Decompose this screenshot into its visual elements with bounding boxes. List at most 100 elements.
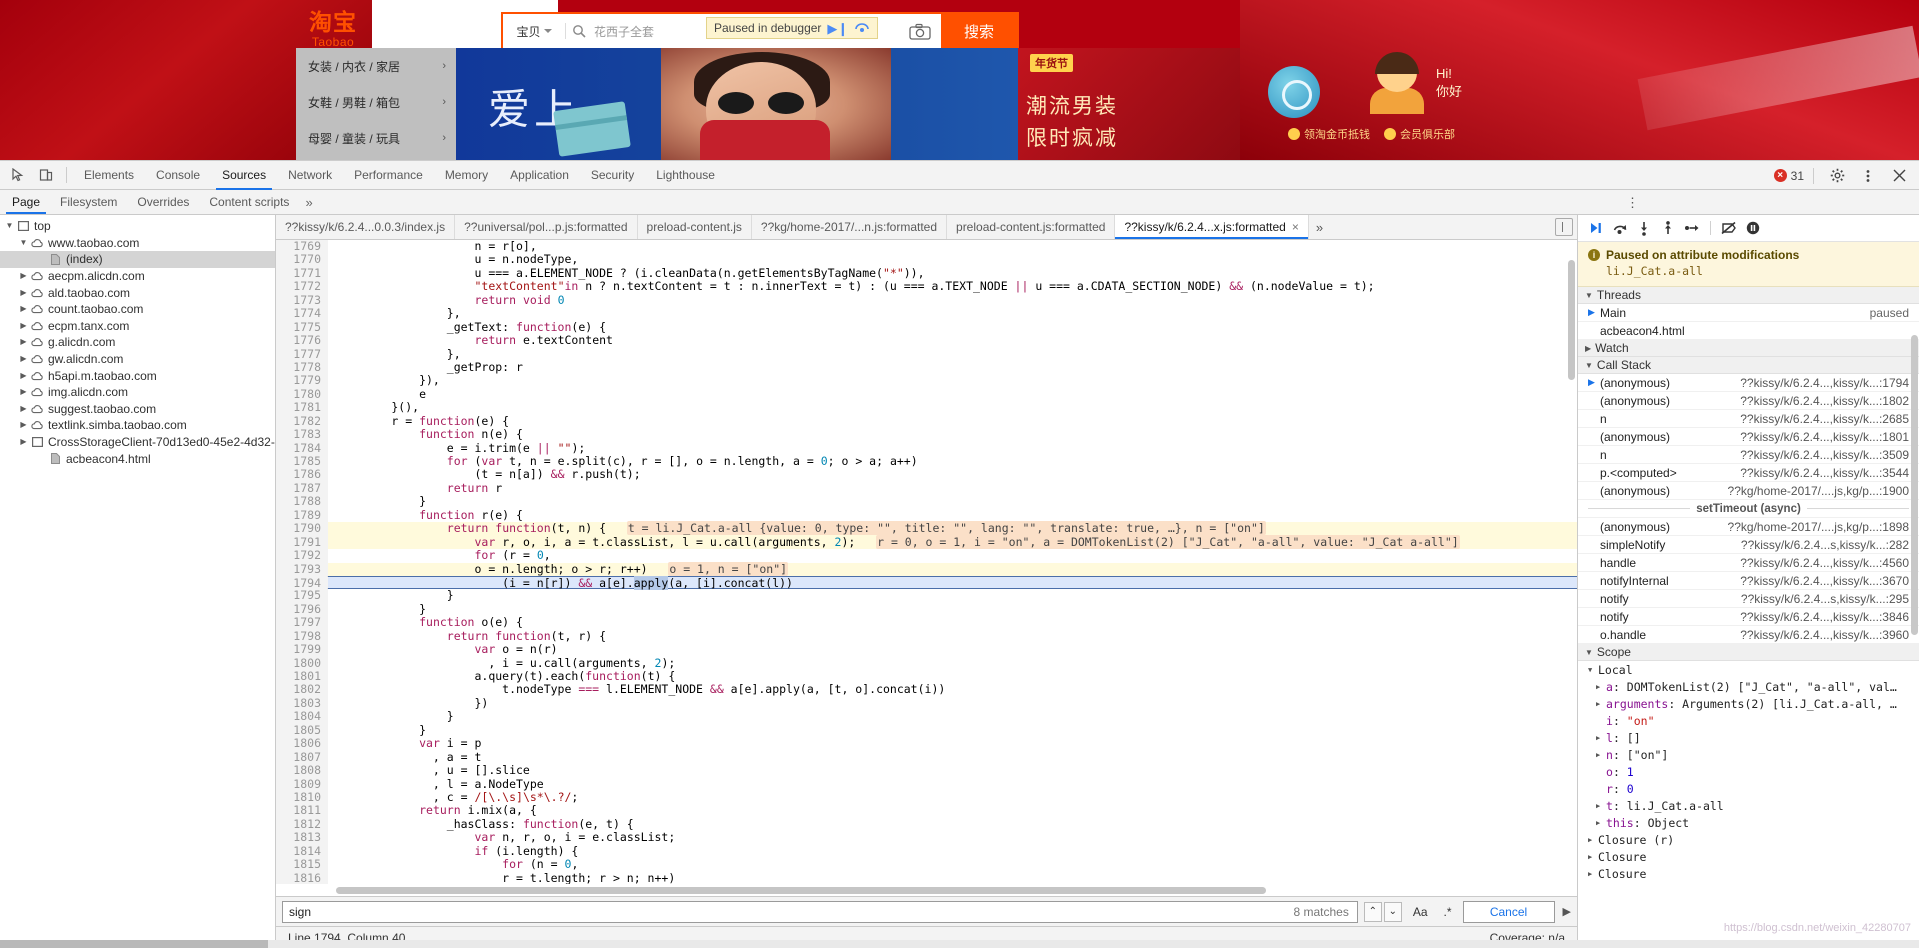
subtab-overrides[interactable]: Overrides xyxy=(127,190,199,214)
match-case-button[interactable]: Aa xyxy=(1408,905,1433,919)
tab-console[interactable]: Console xyxy=(145,161,211,190)
tree-item-top[interactable]: ▼ top xyxy=(0,218,275,235)
call-stack-row[interactable]: n ??kissy/k/6.2.4...,kissy/k...:2685 xyxy=(1578,410,1919,428)
search-button[interactable]: 搜索 xyxy=(941,14,1017,48)
call-stack-row[interactable]: (anonymous) ??kg/home-2017/....js,kg/p...… xyxy=(1578,518,1919,536)
chevron-right-icon[interactable]: ▶ xyxy=(1596,802,1606,810)
debugger-scrollbar[interactable] xyxy=(1911,335,1918,635)
chevron-right-icon[interactable]: ▶ xyxy=(1588,836,1598,844)
camera-icon[interactable] xyxy=(899,23,941,40)
scope-variable-t[interactable]: ▶ t: li.J_Cat.a-all xyxy=(1578,797,1919,814)
code-editor[interactable]: 1769 n = r[o], 1770 u = n.nodeType, 1771… xyxy=(276,240,1577,884)
subtab-page[interactable]: Page xyxy=(2,190,50,214)
section-header-call-stack[interactable]: ▼ Call Stack xyxy=(1578,357,1919,374)
close-icon[interactable] xyxy=(1885,163,1913,189)
scope-variable-this[interactable]: ▶ this: Object xyxy=(1578,814,1919,831)
tab-application[interactable]: Application xyxy=(499,161,580,190)
scope-variable-arguments[interactable]: ▶ arguments: Arguments(2) [li.J_Cat.a-all… xyxy=(1578,695,1919,712)
twisty-icon[interactable]: ▶ xyxy=(18,285,29,301)
chevron-right-icon[interactable]: ▶ xyxy=(1588,853,1598,861)
step-out-icon[interactable] xyxy=(1657,217,1679,239)
editor-horizontal-scrollbar[interactable] xyxy=(336,887,1266,894)
resume-icon[interactable]: ▶❙ xyxy=(827,22,848,35)
user-link-club[interactable]: 会员俱乐部 xyxy=(1384,126,1455,142)
show-navigator-icon[interactable] xyxy=(1555,218,1573,236)
tab-network[interactable]: Network xyxy=(277,161,343,190)
tab-security[interactable]: Security xyxy=(580,161,645,190)
tree-item-index[interactable]: · (index) xyxy=(0,251,275,268)
call-stack-row[interactable]: o.handle ??kissy/k/6.2.4...,kissy/k...:39… xyxy=(1578,626,1919,644)
twisty-icon[interactable]: ▶ xyxy=(18,417,29,433)
resume-icon[interactable] xyxy=(1585,217,1607,239)
twisty-icon[interactable]: ▼ xyxy=(4,218,15,234)
step-icon[interactable] xyxy=(1681,217,1703,239)
thread-row-acbeacon[interactable]: acbeacon4.html xyxy=(1578,322,1919,340)
find-more-icon[interactable]: ▶ xyxy=(1561,905,1571,918)
tab-memory[interactable]: Memory xyxy=(434,161,499,190)
file-tabs-more-icon[interactable]: » xyxy=(1309,215,1330,239)
nav-item-1[interactable]: 女鞋 / 男鞋 / 箱包 › xyxy=(296,84,456,120)
call-stack-row[interactable]: notify ??kissy/k/6.2.4...s,kissy/k...:295 xyxy=(1578,590,1919,608)
subtab-content-scripts[interactable]: Content scripts xyxy=(199,190,299,214)
taobao-logo[interactable]: 淘宝 Taobao xyxy=(300,10,366,50)
avatar[interactable] xyxy=(1368,52,1426,114)
gear-icon[interactable] xyxy=(1823,163,1851,189)
tree-item-gw-alicdn-com[interactable]: ▶ gw.alicdn.com xyxy=(0,351,275,368)
scope-variable-a[interactable]: ▶ a: DOMTokenList(2) ["J_Cat", "a-all", v… xyxy=(1578,678,1919,695)
call-stack-row[interactable]: n ??kissy/k/6.2.4...,kissy/k...:3509 xyxy=(1578,446,1919,464)
twisty-icon[interactable]: ▶ xyxy=(18,351,29,367)
inspect-icon[interactable] xyxy=(4,162,32,188)
twisty-icon[interactable]: ▶ xyxy=(18,434,29,450)
promo-banner[interactable]: 年货节 潮流男装 限时疯减 xyxy=(1018,48,1240,160)
twisty-icon[interactable]: ▶ xyxy=(18,401,29,417)
scope-group-closure-2[interactable]: ▶ Closure xyxy=(1578,865,1919,882)
section-header-watch[interactable]: ▶ Watch xyxy=(1578,340,1919,357)
search-input[interactable]: sign 8 matches xyxy=(282,900,1358,923)
editor-vertical-scrollbar[interactable] xyxy=(1568,260,1575,380)
section-header-scope[interactable]: ▼ Scope xyxy=(1578,644,1919,661)
call-stack-row[interactable]: notify ??kissy/k/6.2.4...,kissy/k...:3846 xyxy=(1578,608,1919,626)
twisty-icon[interactable]: ▶ xyxy=(18,268,29,284)
twisty-icon[interactable]: ▼ xyxy=(18,235,29,251)
tab-lighthouse[interactable]: Lighthouse xyxy=(645,161,726,190)
deactivate-breakpoints-icon[interactable] xyxy=(1718,217,1740,239)
device-toolbar-icon[interactable] xyxy=(32,162,60,188)
tab-sources[interactable]: Sources xyxy=(211,161,277,190)
tab-performance[interactable]: Performance xyxy=(343,161,434,190)
chevron-right-icon[interactable]: ▶ xyxy=(1588,870,1598,878)
scope-variable-n[interactable]: ▶ n: ["on"] xyxy=(1578,746,1919,763)
call-stack-row[interactable]: (anonymous) ??kissy/k/6.2.4...,kissy/k...… xyxy=(1578,392,1919,410)
twisty-icon[interactable]: ▶ xyxy=(18,334,29,350)
code-lines[interactable]: 1769 n = r[o], 1770 u = n.nodeType, 1771… xyxy=(276,240,1577,884)
search-category-select[interactable]: 宝贝 xyxy=(503,23,565,40)
twisty-icon[interactable]: ▶ xyxy=(18,301,29,317)
twisty-icon[interactable]: ▶ xyxy=(18,368,29,384)
close-icon[interactable]: × xyxy=(1292,220,1299,234)
scope-group-closure-r[interactable]: ▶ Closure (r) xyxy=(1578,831,1919,848)
file-tab-5[interactable]: ??kissy/k/6.2.4...x.js:formatted × xyxy=(1115,215,1309,239)
tree-item-acbeacon4-html[interactable]: · acbeacon4.html xyxy=(0,450,275,467)
tab-elements[interactable]: Elements xyxy=(73,161,145,190)
tree-item-img-alicdn-com[interactable]: ▶ img.alicdn.com xyxy=(0,384,275,401)
call-stack-row[interactable]: handle ??kissy/k/6.2.4...,kissy/k...:4560 xyxy=(1578,554,1919,572)
navigator-menu-icon[interactable]: ⋮ xyxy=(1618,190,1647,215)
tree-item-www-taobao-com[interactable]: ▼ www.taobao.com xyxy=(0,235,275,252)
tree-item-textlink-simba-taobao-com[interactable]: ▶ textlink.simba.taobao.com xyxy=(0,417,275,434)
tree-item-suggest-taobao-com[interactable]: ▶ suggest.taobao.com xyxy=(0,401,275,418)
chevron-up-icon[interactable]: ⌃ xyxy=(1363,901,1382,922)
call-stack-row[interactable]: p.<computed> ??kissy/k/6.2.4...,kissy/k..… xyxy=(1578,464,1919,482)
chevron-right-icon[interactable]: ▶ xyxy=(1596,819,1606,827)
chevron-right-icon[interactable]: ▶ xyxy=(1596,751,1606,759)
call-stack-row[interactable]: (anonymous) ??kg/home-2017/....js,kg/p...… xyxy=(1578,482,1919,500)
file-tab-2[interactable]: preload-content.js xyxy=(638,215,752,239)
tree-item-aecpm-alicdn-com[interactable]: ▶ aecpm.alicdn.com xyxy=(0,268,275,285)
section-header-threads[interactable]: ▼ Threads xyxy=(1578,287,1919,304)
step-into-icon[interactable] xyxy=(1633,217,1655,239)
thread-row-main[interactable]: ▶ Main paused xyxy=(1578,304,1919,322)
step-over-icon[interactable] xyxy=(854,21,870,36)
file-tab-0[interactable]: ??kissy/k/6.2.4...0.0.3/index.js xyxy=(276,215,456,239)
hero-banner[interactable]: 爱上 xyxy=(456,48,1018,160)
scope-group-local[interactable]: ▼ Local xyxy=(1578,661,1919,678)
scope-variable-i[interactable]: i: "on" xyxy=(1578,712,1919,729)
tree-item-ecpm-tanx-com[interactable]: ▶ ecpm.tanx.com xyxy=(0,318,275,335)
